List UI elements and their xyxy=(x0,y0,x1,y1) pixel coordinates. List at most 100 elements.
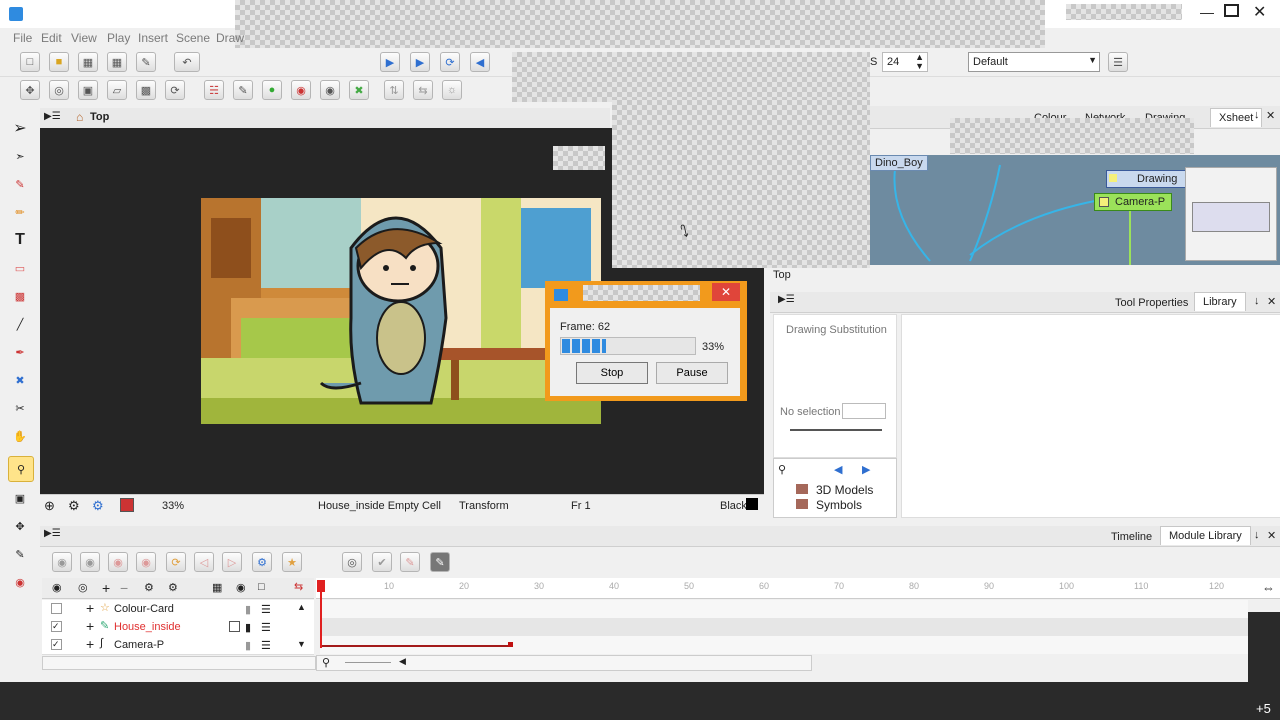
add-peg-icon[interactable]: ⚙ xyxy=(144,581,154,594)
library-back-icon[interactable]: ◀ xyxy=(834,463,842,476)
hand-tool-icon[interactable]: ✋ xyxy=(8,424,32,448)
timeline-settings-icon[interactable]: ✎ xyxy=(430,552,450,572)
expand-layer-icon[interactable]: + xyxy=(86,636,94,652)
panel-pin-icon-2[interactable]: ↓ xyxy=(1254,295,1260,307)
onion-skin-icon[interactable]: ⇅ xyxy=(384,80,404,100)
track-colour-card[interactable] xyxy=(320,600,1248,619)
layer-props-icon[interactable]: ⚙ xyxy=(252,552,272,572)
menu-play[interactable]: Play xyxy=(107,31,130,45)
library-item-symbols[interactable]: Symbols xyxy=(816,498,862,512)
cutter-tool-icon[interactable]: ✂ xyxy=(8,396,32,420)
reset-rotation-icon[interactable]: ⚙ xyxy=(68,498,80,514)
library-search-icon[interactable]: ⚲ xyxy=(778,463,786,476)
panel-menu-icon[interactable]: ▶☰ xyxy=(44,111,64,125)
timeline-scroll-left-icon[interactable]: ◀ xyxy=(399,656,406,667)
node-dino-boy[interactable]: Dino_Boy xyxy=(870,155,928,171)
menu-view[interactable]: View xyxy=(71,31,97,45)
kinematic-icon[interactable]: ✎ xyxy=(233,80,253,100)
maximize-button[interactable] xyxy=(1224,4,1239,17)
loop-icon[interactable]: ⟳ xyxy=(440,52,460,72)
scroll-down-icon[interactable]: ▼ xyxy=(297,639,306,649)
pencil-tool-icon[interactable]: ✏ xyxy=(8,200,32,224)
save-as-icon[interactable]: ▦ xyxy=(107,52,127,72)
panel-close-icon-3[interactable]: ✕ xyxy=(1267,529,1276,542)
layer-enable-checkbox[interactable]: ✓ xyxy=(51,621,62,632)
sound-scrub-icon[interactable]: ✎ xyxy=(400,552,420,572)
tab-tool-properties[interactable]: Tool Properties xyxy=(1115,297,1188,309)
node-navigator[interactable] xyxy=(1185,167,1277,261)
layer-row-camera-p[interactable]: ✓ + ∫ Camera-P ▮ ☰ ▼ xyxy=(42,636,314,655)
spline-offset-icon[interactable]: ⟳ xyxy=(165,80,185,100)
layer-color-box[interactable] xyxy=(229,621,240,632)
layer-lock-icon[interactable]: ▮ xyxy=(245,603,251,616)
save-icon[interactable]: ▦ xyxy=(78,52,98,72)
ik-tool-icon[interactable]: ◉ xyxy=(8,570,32,594)
remove-layer-icon[interactable]: − xyxy=(120,580,128,596)
menu-insert[interactable]: Insert xyxy=(138,31,168,45)
home-icon[interactable]: ⌂ xyxy=(76,110,83,124)
animate-icon[interactable]: ◉ xyxy=(320,80,340,100)
panel-close-icon-2[interactable]: ✕ xyxy=(1267,295,1276,308)
current-colour-swatch[interactable] xyxy=(746,498,758,510)
minimize-button[interactable]: — xyxy=(1200,4,1214,20)
text-tool-icon[interactable]: T xyxy=(8,228,32,252)
remove-keyframe-icon[interactable]: ◉ xyxy=(80,552,100,572)
expand-layer-icon[interactable]: + xyxy=(86,618,94,634)
timeline-zoom-bar[interactable]: ⚲ ◀ xyxy=(316,655,812,671)
reset-view-icon[interactable]: ⊕ xyxy=(44,498,55,514)
brush-tool-icon[interactable]: ✎ xyxy=(8,172,32,196)
stroke-tool-icon[interactable]: ✖ xyxy=(8,368,32,392)
camera-keyframe[interactable] xyxy=(508,642,513,647)
playhead-handle[interactable] xyxy=(317,580,325,592)
timeline-zoom-icon[interactable]: ⚲ xyxy=(322,656,330,669)
menu-edit[interactable]: Edit xyxy=(41,31,62,45)
colour-preview-icon[interactable] xyxy=(120,498,134,512)
library-forward-icon[interactable]: ▶ xyxy=(862,463,870,476)
timeline-zoom-slider[interactable] xyxy=(345,662,391,663)
expand-layer-icon[interactable]: + xyxy=(86,600,94,616)
track-house-inside[interactable] xyxy=(320,618,1248,637)
motion-keyframe-icon[interactable]: ◉ xyxy=(108,552,128,572)
timeline-ruler[interactable]: 10 20 30 40 50 60 70 80 90 100 110 120 ⇔ xyxy=(316,578,1280,599)
tab-module-library[interactable]: Module Library xyxy=(1160,526,1251,545)
spline-tool-icon[interactable]: ✎ xyxy=(8,542,32,566)
morph-icon[interactable]: ● xyxy=(262,80,282,100)
tab-library[interactable]: Library xyxy=(1194,292,1246,311)
camera-breadcrumb[interactable]: Top xyxy=(90,111,109,123)
menu-scene[interactable]: Scene xyxy=(176,31,210,45)
render-preview-icon[interactable]: ⚙ xyxy=(92,498,104,514)
timeline-end-icon[interactable]: ⇔ xyxy=(1262,580,1275,595)
panel-pin-icon-3[interactable]: ↓ xyxy=(1254,529,1260,541)
eraser-tool-icon[interactable]: ▭ xyxy=(8,256,32,280)
expand-icon[interactable]: ◁ xyxy=(194,552,214,572)
maintain-size-icon[interactable]: ▩ xyxy=(136,80,156,100)
sound-icon[interactable]: ◀ xyxy=(470,52,490,72)
layer-enable-checkbox[interactable] xyxy=(51,603,62,614)
layer-row-colour-card[interactable]: + ☆ Colour-Card ▮ ☰ ▲ xyxy=(42,600,314,619)
enable-all-icon[interactable]: ◉ xyxy=(52,581,62,594)
new-scene-icon[interactable]: □ xyxy=(20,52,40,72)
lock-all-icon[interactable]: ◎ xyxy=(78,581,88,594)
lock-layer-icon[interactable]: ▦ xyxy=(212,581,222,594)
layer-lock-icon[interactable]: ▮ xyxy=(245,639,251,652)
add-layer-icon[interactable]: + xyxy=(102,580,110,596)
transform-move-icon[interactable]: ✥ xyxy=(20,80,40,100)
track-camera-p[interactable] xyxy=(320,636,1248,654)
play-stop-icon[interactable]: ▶ xyxy=(410,52,430,72)
pause-button[interactable]: Pause xyxy=(656,362,728,384)
layer-enable-checkbox[interactable]: ✓ xyxy=(51,639,62,650)
library-item-3d-models[interactable]: 3D Models xyxy=(816,483,873,497)
ease-icon[interactable]: ⟳ xyxy=(166,552,186,572)
transform-tool-icon[interactable]: ▣ xyxy=(8,486,32,510)
panel-pin-icon[interactable]: ↓ xyxy=(1254,109,1260,121)
menu-draw[interactable]: Draw xyxy=(216,31,244,45)
open-folder-icon[interactable]: ■ xyxy=(49,52,69,72)
layer-lock-icon[interactable]: ▮ xyxy=(245,621,251,634)
import-icon[interactable]: ✎ xyxy=(136,52,156,72)
node-view[interactable]: Dino_Boy Drawing Camera-P xyxy=(870,155,1280,265)
scroll-up-icon[interactable]: ▲ xyxy=(297,602,306,612)
flip-icon[interactable]: ⇆ xyxy=(413,80,433,100)
panel-menu-icon-3[interactable]: ▶☰ xyxy=(44,528,61,539)
bone-icon[interactable]: ☵ xyxy=(204,80,224,100)
collapse-icon[interactable]: ▷ xyxy=(222,552,242,572)
